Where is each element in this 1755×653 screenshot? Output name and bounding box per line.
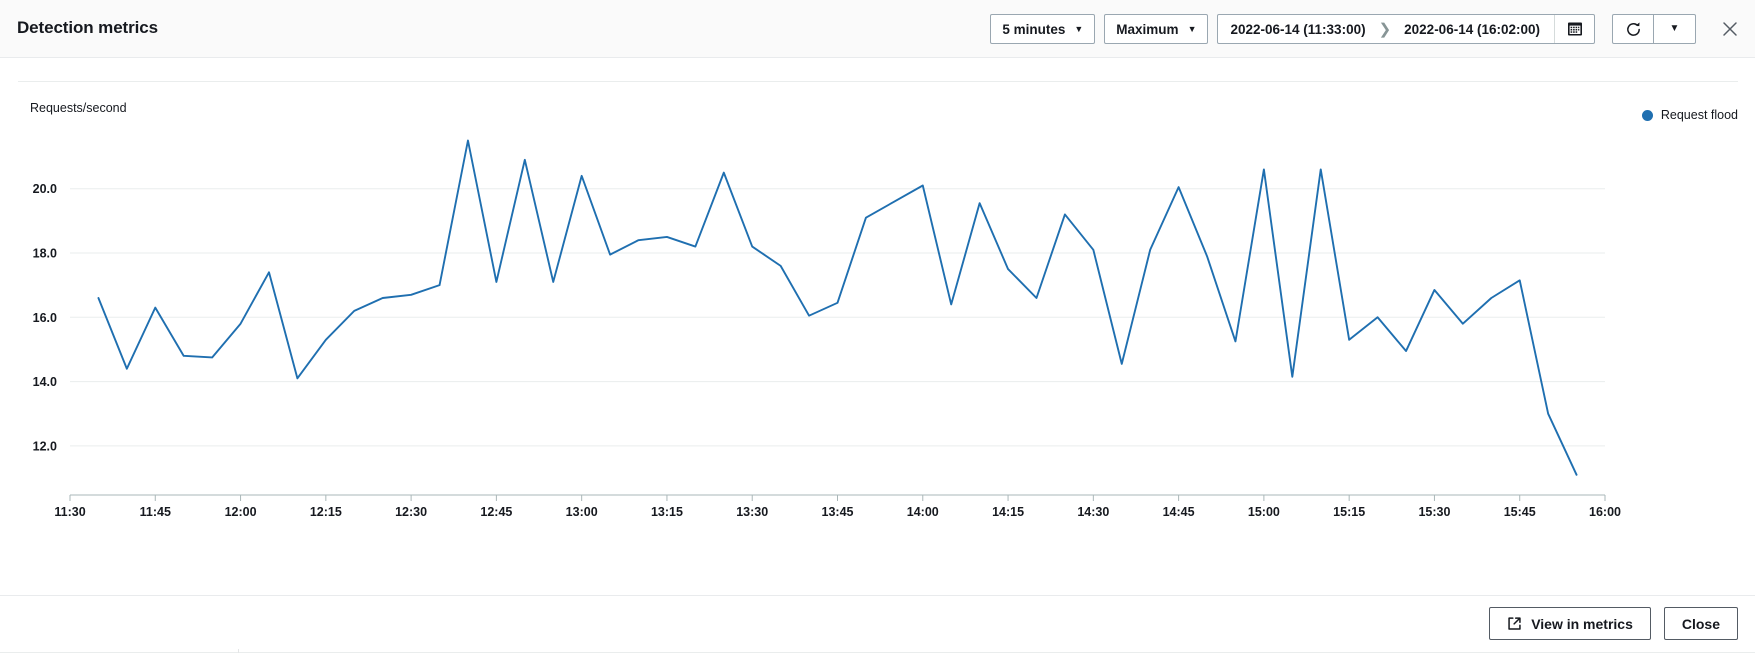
calendar-icon[interactable] (1554, 15, 1594, 43)
view-in-metrics-button[interactable]: View in metrics (1489, 607, 1651, 640)
statistic-selector[interactable]: Maximum ▼ (1104, 14, 1208, 44)
x-tick-label: 15:45 (1504, 505, 1536, 519)
y-tick-label: 20.0 (33, 182, 57, 196)
x-tick-label: 14:00 (907, 505, 939, 519)
x-tick-label: 15:30 (1418, 505, 1450, 519)
y-tick-label: 16.0 (33, 311, 57, 325)
statistic-selector-label: Maximum (1116, 22, 1178, 37)
close-button-label: Close (1682, 616, 1720, 632)
x-tick-label: 12:30 (395, 505, 427, 519)
chevron-down-icon: ▼ (1670, 24, 1680, 34)
series-line-request-flood (98, 141, 1576, 475)
x-tick-label: 12:45 (480, 505, 512, 519)
x-tick-label: 14:30 (1077, 505, 1109, 519)
x-axis-tick-labels: 11:30 11:45 12:00 12:15 12:30 12:45 13:00 13:15… (54, 505, 1621, 519)
x-tick-label: 13:45 (822, 505, 854, 519)
y-tick-label: 12.0 (33, 439, 57, 453)
refresh-button[interactable] (1612, 14, 1654, 44)
page-title: Detection metrics (17, 18, 158, 38)
x-tick-label: 15:00 (1248, 505, 1280, 519)
y-tick-label: 18.0 (33, 247, 57, 261)
refresh-button-group: ▼ (1612, 14, 1696, 44)
x-tick-label: 12:15 (310, 505, 342, 519)
x-tick-label: 14:15 (992, 505, 1024, 519)
range-arrow-icon: ❯ (1379, 22, 1392, 37)
date-range-picker[interactable]: 2022-06-14 (11:33:00) ❯ 2022-06-14 (16:0… (1217, 14, 1595, 44)
refresh-options-dropdown[interactable]: ▼ (1654, 14, 1696, 44)
date-range-start: 2022-06-14 (11:33:00) (1230, 22, 1365, 37)
x-tick-label: 15:15 (1333, 505, 1365, 519)
x-tick-label: 13:15 (651, 505, 683, 519)
x-axis-ticks (70, 495, 1605, 501)
period-selector[interactable]: 5 minutes ▼ (990, 14, 1095, 44)
x-tick-label: 11:45 (140, 505, 171, 519)
panel-footer: View in metrics Close (0, 595, 1755, 653)
y-tick-label: 14.0 (33, 375, 57, 389)
chart-container: Requests/second Request flood 12.014.016… (0, 58, 1755, 595)
x-tick-label: 14:45 (1163, 505, 1195, 519)
close-icon[interactable] (1719, 18, 1741, 40)
header-controls: 5 minutes ▼ Maximum ▼ 2022-06-14 (11:33:… (990, 0, 1741, 58)
x-tick-label: 12:00 (225, 505, 257, 519)
footer-actions: View in metrics Close (1489, 607, 1738, 640)
date-range-end: 2022-06-14 (16:02:00) (1404, 22, 1540, 37)
x-tick-label: 13:30 (736, 505, 768, 519)
window-bottom-marker (238, 649, 239, 653)
line-chart-plot[interactable]: 12.0 14.0 16.0 18.0 20.0 11:30 11:45 12:00 12:1… (0, 58, 1755, 595)
x-tick-label: 13:00 (566, 505, 598, 519)
period-selector-label: 5 minutes (1002, 22, 1065, 37)
chevron-down-icon: ▼ (1074, 25, 1083, 34)
x-tick-label: 11:30 (54, 505, 85, 519)
chevron-down-icon: ▼ (1188, 25, 1197, 34)
y-axis-tick-labels: 12.0 14.0 16.0 18.0 20.0 (33, 182, 57, 453)
view-in-metrics-label: View in metrics (1531, 616, 1633, 632)
detection-metrics-panel: Detection metrics 5 minutes ▼ Maximum ▼ … (0, 0, 1755, 653)
close-button[interactable]: Close (1664, 607, 1738, 640)
chart-gridlines (70, 189, 1605, 446)
x-tick-label: 16:00 (1589, 505, 1621, 519)
refresh-icon (1625, 21, 1642, 38)
external-link-icon (1507, 616, 1522, 631)
panel-header: Detection metrics 5 minutes ▼ Maximum ▼ … (0, 0, 1755, 58)
